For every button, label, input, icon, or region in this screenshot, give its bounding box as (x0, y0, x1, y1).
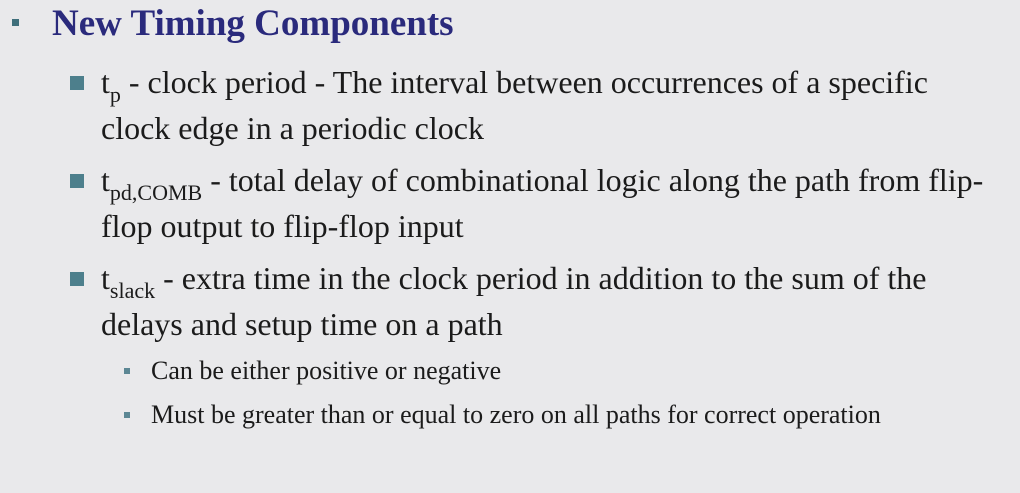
bullet-item-text: tpd,COMB - total delay of combinational … (101, 159, 1001, 248)
slide: New Timing Components tp - clock period … (0, 0, 1020, 493)
symbol-subscript: slack (109, 278, 156, 303)
sub-bullet-text: Can be either positive or negative (151, 356, 502, 385)
sub-bullet-icon (124, 368, 130, 374)
symbol-subscript: p (109, 82, 121, 107)
bullet-item-text: tslack - extra time in the clock period … (101, 257, 1001, 346)
square-bullet-icon (70, 76, 84, 90)
slide-title: New Timing Components (52, 3, 454, 44)
item-description: - clock period - The interval between oc… (101, 64, 928, 146)
symbol-subscript: pd,COMB (109, 180, 203, 205)
item-description: - extra time in the clock period in addi… (101, 260, 927, 342)
symbol: tslack (101, 260, 155, 303)
square-bullet-icon (70, 174, 84, 188)
symbol: tpd,COMB (101, 162, 202, 205)
sub-bullet-icon (124, 412, 130, 418)
symbol-base: t (101, 162, 110, 198)
bullet-item-text: tp - clock period - The interval between… (101, 61, 1001, 150)
symbol-base: t (101, 64, 110, 100)
title-bullet-icon (12, 19, 19, 26)
sub-bullet-text: Must be greater than or equal to zero on… (151, 400, 881, 429)
symbol-base: t (101, 260, 110, 296)
item-description: - total delay of combinational logic alo… (101, 162, 984, 244)
symbol: tp (101, 64, 121, 107)
square-bullet-icon (70, 272, 84, 286)
